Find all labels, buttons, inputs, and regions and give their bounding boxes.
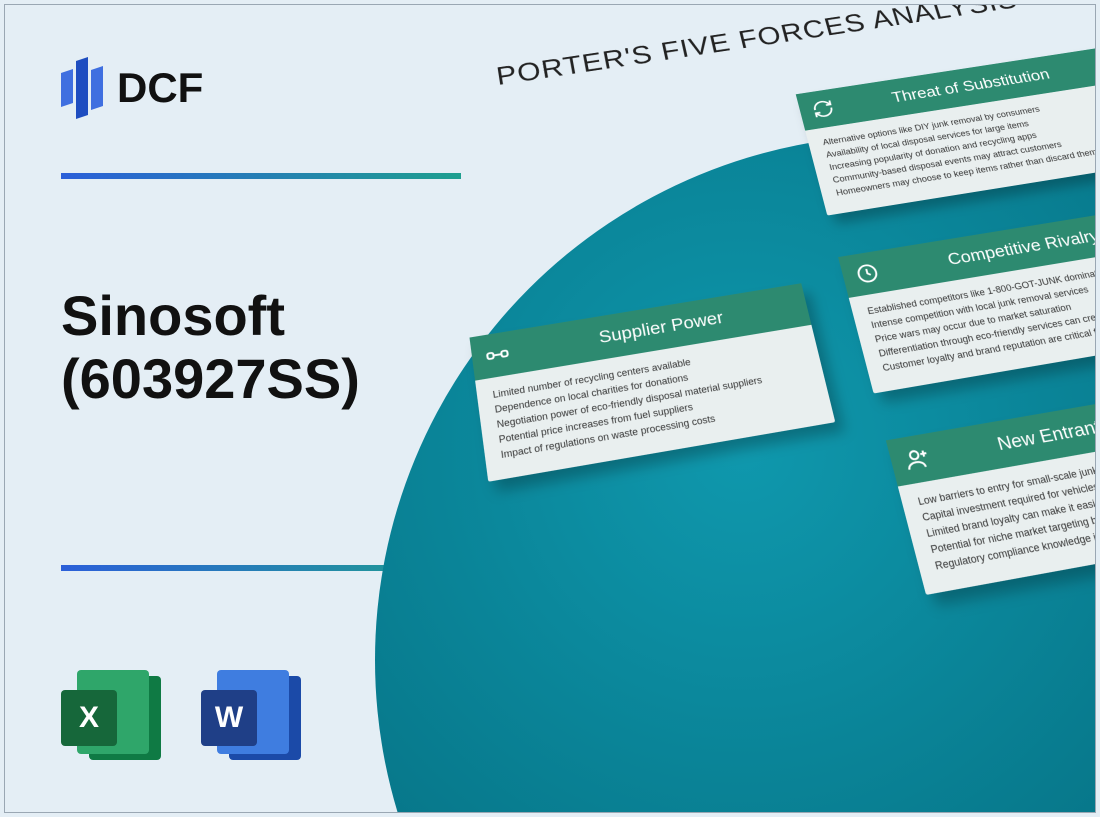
word-badge: W [201, 690, 257, 746]
card-supplier-power: Supplier Power Limited number of recycli… [469, 283, 835, 481]
excel-icon: X [61, 670, 161, 766]
title-line-1: Sinosoft [61, 285, 360, 348]
card-threat-substitution: Threat of Substitution Alternative optio… [796, 48, 1096, 215]
word-icon: W [201, 670, 301, 766]
forces-diagram: PORTER'S FIVE FORCES ANALYSIS Threat of … [415, 75, 1096, 775]
file-type-icons: X W [61, 670, 301, 766]
title-line-2: (603927SS) [61, 348, 360, 411]
card-competitive-rivalry: Competitive Rivalry Established competit… [838, 206, 1096, 394]
card-new-entrants: New Entrants Threat Low barriers to entr… [886, 382, 1096, 594]
logo-bars-icon [61, 53, 103, 123]
refresh-icon [807, 96, 839, 122]
brand-name: DCF [117, 64, 203, 112]
clock-icon [851, 259, 885, 289]
link-icon [481, 339, 513, 370]
brand-logo: DCF [61, 53, 203, 123]
excel-badge: X [61, 690, 117, 746]
divider-top [61, 173, 461, 179]
page-title: Sinosoft (603927SS) [61, 285, 360, 410]
user-plus-icon [899, 442, 935, 476]
